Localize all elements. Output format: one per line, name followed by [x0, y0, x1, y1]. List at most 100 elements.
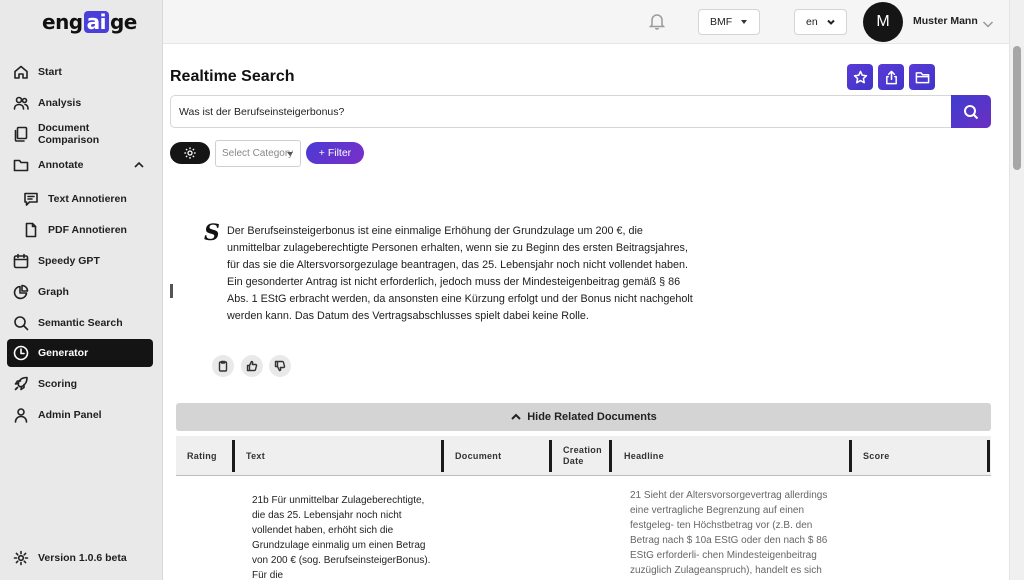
sidebar: eng ai ge Start Analysis Document Comparis…: [0, 0, 163, 580]
share-button[interactable]: [878, 64, 904, 90]
thumbs-down-icon: [274, 360, 286, 372]
caret-down-icon: [741, 20, 747, 24]
column-header-headline[interactable]: Headline: [624, 436, 664, 476]
clipboard-icon: [218, 360, 228, 372]
category-placeholder: Select Category: [222, 148, 294, 159]
column-resize-handle[interactable]: [609, 440, 612, 472]
sidebar-item-start[interactable]: Start: [7, 58, 153, 86]
search-input[interactable]: [171, 96, 951, 127]
search-bar: [170, 95, 991, 128]
sidebar-item-label: Graph: [38, 286, 69, 298]
gear-icon: [12, 549, 30, 567]
sidebar-item-label: Speedy GPT: [38, 255, 100, 267]
column-header-creation-date[interactable]: Creation Date: [563, 436, 607, 476]
sidebar-item-document-comparison[interactable]: Document Comparison: [7, 120, 153, 148]
sidebar-item-speedy-gpt[interactable]: Speedy GPT: [7, 247, 153, 275]
pie-chart-icon: [12, 283, 30, 301]
hide-related-documents-button[interactable]: Hide Related Documents: [176, 403, 991, 431]
column-header-score[interactable]: Score: [863, 436, 890, 476]
favorite-button[interactable]: [847, 64, 873, 90]
text-cursor-marker: [170, 284, 173, 298]
sidebar-item-label: PDF Annotieren: [48, 224, 127, 236]
folder-button[interactable]: [909, 64, 935, 90]
sidebar-item-analysis[interactable]: Analysis: [7, 89, 153, 117]
chat-text-icon: [22, 190, 40, 208]
version-info[interactable]: Version 1.0.6 beta: [7, 544, 153, 572]
logo-prefix: eng: [42, 10, 83, 34]
chevron-down-icon[interactable]: [982, 16, 994, 28]
category-select[interactable]: Select Category: [215, 140, 301, 167]
language-dropdown[interactable]: en: [794, 9, 847, 35]
calendar-icon: [12, 252, 30, 270]
clock-icon: [12, 344, 30, 362]
language-dropdown-value: en: [806, 16, 818, 28]
row-headline-cell: 21 Sieht der Altersvorsorgevertrag aller…: [630, 490, 828, 576]
rocket-icon: [12, 375, 30, 393]
column-header-document[interactable]: Document: [455, 436, 501, 476]
top-header: BMF en M Muster Mann: [163, 0, 1009, 44]
search-icon: [12, 314, 30, 332]
sidebar-item-text-annotieren[interactable]: Text Annotieren: [17, 185, 153, 213]
bmf-dropdown[interactable]: BMF: [698, 9, 760, 35]
search-icon: [964, 104, 979, 119]
column-resize-handle[interactable]: [549, 440, 552, 472]
sidebar-item-semantic-search[interactable]: Semantic Search: [7, 309, 153, 337]
thumbs-up-icon: [246, 360, 258, 372]
sidebar-item-admin-panel[interactable]: Admin Panel: [7, 401, 153, 429]
logo-suffix: ge: [109, 10, 137, 34]
home-icon: [12, 63, 30, 81]
documents-icon: [12, 125, 30, 143]
answer-logo: S: [204, 220, 220, 246]
folder-icon: [915, 71, 929, 83]
sidebar-item-generator[interactable]: Generator: [7, 339, 153, 367]
chevron-down-icon: [826, 17, 836, 27]
table-header: Rating Text Document Creation Date Headl…: [176, 436, 991, 476]
bell-icon[interactable]: [648, 12, 666, 30]
sidebar-item-scoring[interactable]: Scoring: [7, 370, 153, 398]
logo-ai: ai: [83, 11, 109, 33]
users-icon: [12, 94, 30, 112]
column-resize-handle[interactable]: [849, 440, 852, 472]
chevron-up-icon[interactable]: [133, 159, 145, 171]
column-resize-handle[interactable]: [441, 440, 444, 472]
column-resize-handle[interactable]: [232, 440, 235, 472]
search-button[interactable]: [951, 95, 991, 128]
sidebar-item-label: Generator: [38, 347, 89, 359]
chevron-up-icon: [511, 413, 521, 420]
sidebar-item-annotate[interactable]: Annotate: [7, 151, 153, 179]
add-filter-button[interactable]: + Filter: [306, 142, 364, 164]
page-scrollbar[interactable]: [1009, 0, 1024, 580]
user-name[interactable]: Muster Mann: [913, 15, 978, 27]
folder-icon: [12, 156, 30, 174]
sidebar-item-label: Scoring: [38, 378, 78, 390]
star-icon: [853, 70, 867, 83]
file-icon: [22, 221, 40, 239]
sidebar-item-label: Admin Panel: [38, 409, 102, 421]
copy-button[interactable]: [212, 355, 234, 377]
sidebar-item-label: Semantic Search: [38, 317, 123, 329]
avatar[interactable]: M: [863, 2, 903, 42]
caret-down-icon: [287, 152, 293, 156]
settings-button[interactable]: [170, 142, 210, 164]
sidebar-item-label: Document Comparison: [37, 122, 100, 146]
user-icon: [12, 406, 30, 424]
scrollbar-thumb[interactable]: [1013, 46, 1021, 170]
engaige-logo[interactable]: eng ai ge: [42, 10, 137, 34]
column-header-rating[interactable]: Rating: [187, 436, 217, 476]
answer-text: Der Berufseinsteigerbonus ist eine einma…: [227, 225, 693, 322]
row-text-cell: 21b Für unmittelbar Zulageberechtigte, d…: [252, 495, 431, 580]
sidebar-item-label: Analysis: [38, 97, 82, 109]
sidebar-item-label: Text Annotieren: [48, 193, 127, 205]
sidebar-item-label: Start: [38, 66, 62, 78]
column-resize-handle[interactable]: [987, 440, 990, 472]
sidebar-item-pdf-annotieren[interactable]: PDF Annotieren: [17, 216, 153, 244]
gear-icon: [184, 147, 196, 159]
version-label: Version 1.0.6 beta: [38, 552, 127, 564]
bmf-dropdown-value: BMF: [710, 16, 733, 28]
hide-related-label: Hide Related Documents: [527, 411, 657, 423]
page-title: Realtime Search: [170, 68, 295, 85]
column-header-text[interactable]: Text: [246, 436, 265, 476]
thumbs-up-button[interactable]: [241, 355, 263, 377]
sidebar-item-graph[interactable]: Graph: [7, 278, 153, 306]
thumbs-down-button[interactable]: [269, 355, 291, 377]
